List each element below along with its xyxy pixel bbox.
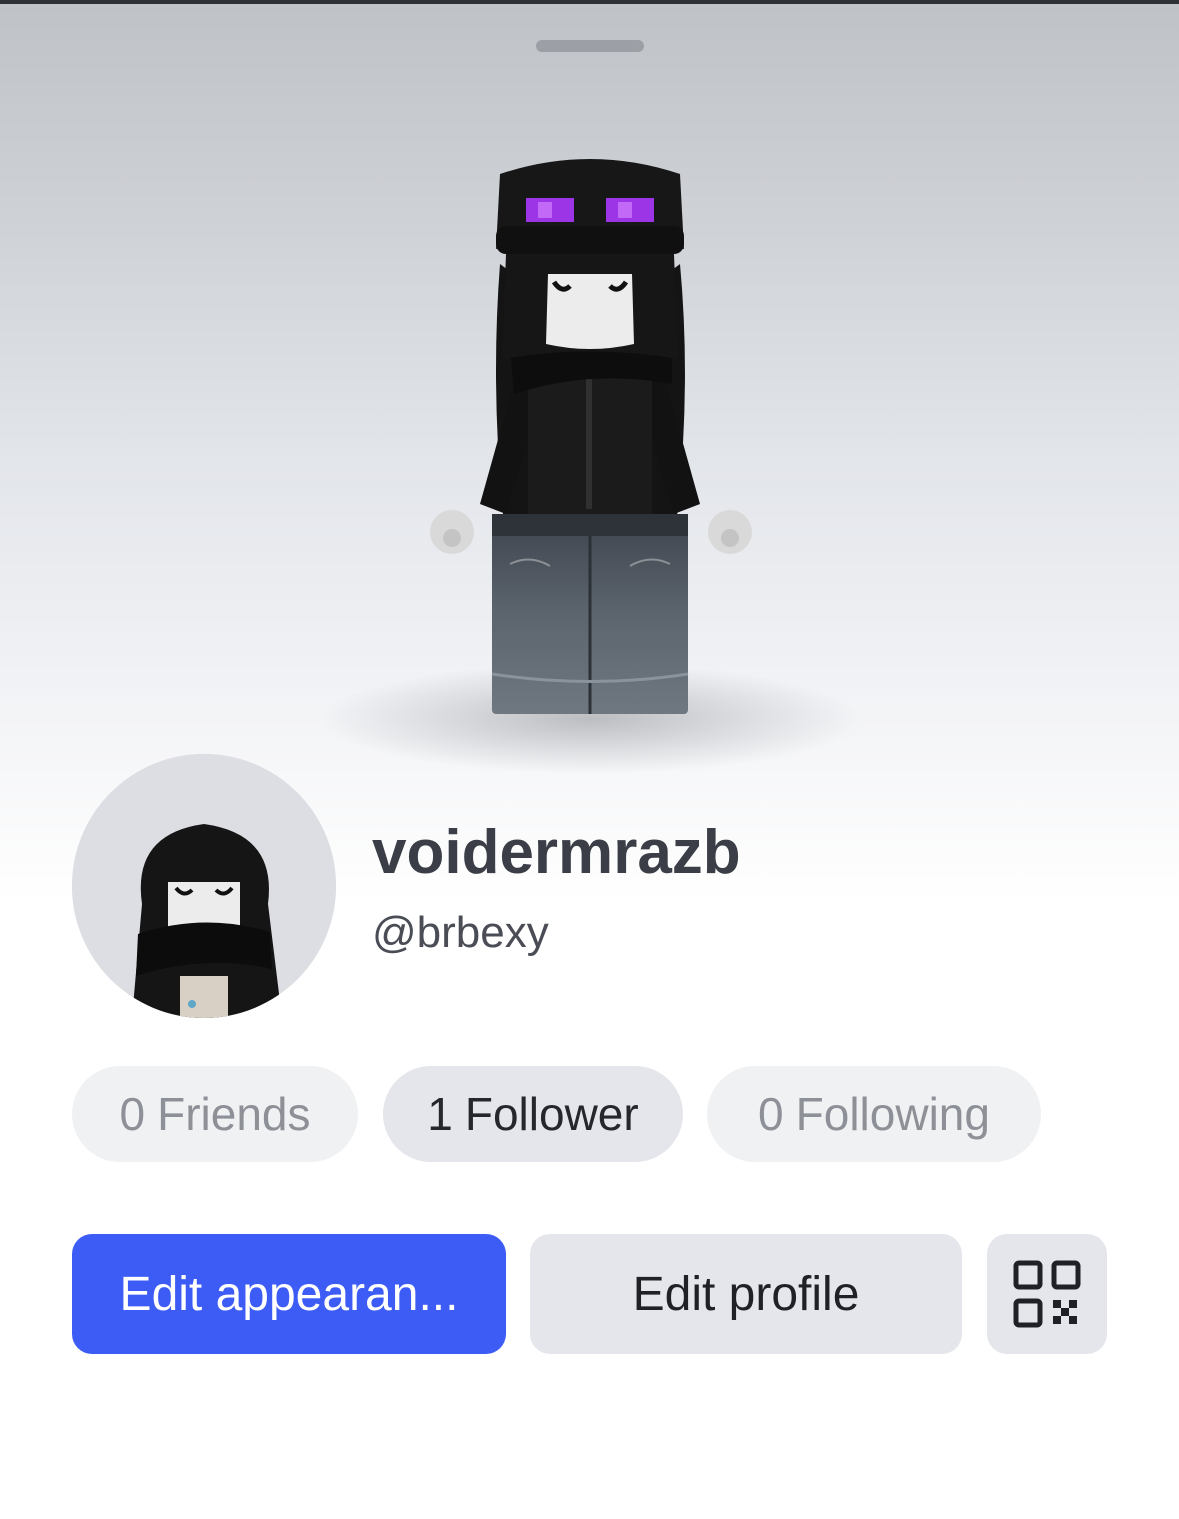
username: @brbexy (372, 908, 549, 957)
display-name: voidermrazb (372, 818, 741, 887)
friends-pill[interactable]: 0 Friends (72, 1066, 358, 1162)
following-pill[interactable]: 0 Following (707, 1066, 1041, 1162)
edit-profile-button[interactable]: Edit profile (530, 1234, 962, 1354)
following-count: 0 (758, 1088, 784, 1140)
drag-handle[interactable] (536, 40, 644, 52)
following-label: Following (795, 1088, 990, 1140)
qr-code-icon (1013, 1260, 1081, 1328)
edit-appearance-button[interactable]: Edit appearan... (72, 1234, 506, 1354)
followers-label: Follower (464, 1088, 639, 1140)
followers-count: 1 (427, 1088, 453, 1140)
friends-label: Friends (157, 1088, 311, 1140)
edit-appearance-label: Edit appearan... (119, 1267, 459, 1321)
avatar-3d-render (300, 134, 880, 784)
edit-profile-label: Edit profile (632, 1267, 860, 1321)
qr-code-button[interactable] (987, 1234, 1107, 1354)
friends-count: 0 (119, 1088, 146, 1140)
avatar-headshot[interactable] (72, 754, 336, 1018)
followers-pill[interactable]: 1 Follower (383, 1066, 683, 1162)
